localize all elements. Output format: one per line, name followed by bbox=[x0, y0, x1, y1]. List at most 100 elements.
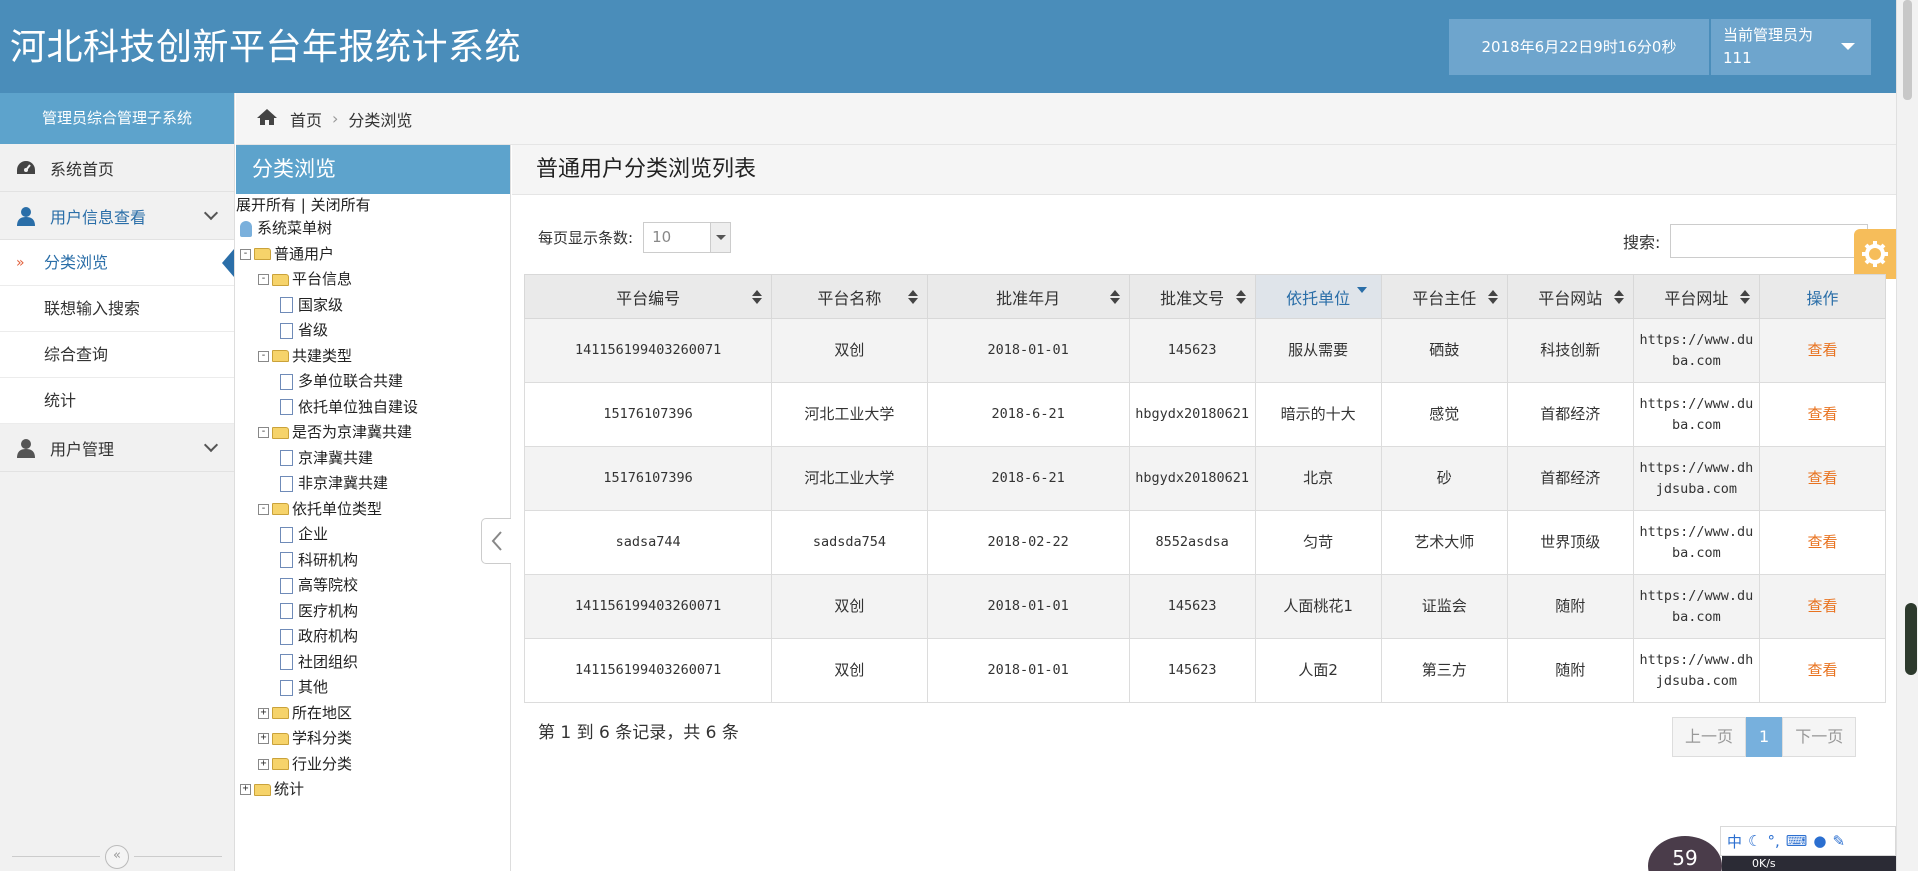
tree-node[interactable]: 高等院校 bbox=[236, 573, 510, 599]
tree-node-label[interactable]: 依托单位独自建设 bbox=[298, 395, 418, 421]
tree-node-label[interactable]: 医疗机构 bbox=[298, 599, 358, 625]
column-header-approval-date[interactable]: 批准年月 bbox=[926, 274, 1130, 319]
sidebar-item-user-management[interactable]: 用户管理 bbox=[0, 424, 234, 472]
view-link[interactable]: 查看 bbox=[1758, 446, 1887, 511]
collapse-node-icon[interactable]: - bbox=[258, 350, 269, 362]
collapse-node-icon[interactable]: - bbox=[258, 427, 269, 439]
punctuation-icon[interactable]: °, bbox=[1767, 832, 1779, 850]
settings-gear-button[interactable] bbox=[1854, 229, 1896, 279]
tree-node[interactable]: 企业 bbox=[236, 522, 510, 548]
user-icon[interactable]: ● bbox=[1813, 832, 1826, 850]
expand-node-icon[interactable]: + bbox=[258, 758, 269, 770]
search-input[interactable] bbox=[1670, 224, 1869, 258]
prev-page-button[interactable]: 上一页 bbox=[1672, 717, 1747, 757]
view-link[interactable]: 查看 bbox=[1758, 574, 1887, 639]
column-header-website[interactable]: 平台网站 bbox=[1506, 274, 1634, 319]
tree-node[interactable]: 科研机构 bbox=[236, 548, 510, 574]
tree-node[interactable]: - 平台信息 bbox=[236, 267, 510, 293]
ime-mode-indicator[interactable]: 中 bbox=[1727, 831, 1742, 852]
column-header-platform-name[interactable]: 平台名称 bbox=[771, 274, 928, 319]
tree-node-label[interactable]: 统计 bbox=[274, 777, 304, 803]
sidebar-collapse-button[interactable]: « bbox=[105, 845, 129, 869]
moon-icon[interactable]: ☾ bbox=[1748, 832, 1761, 850]
tree-node-label[interactable]: 科研机构 bbox=[298, 548, 358, 574]
view-link[interactable]: 查看 bbox=[1758, 382, 1887, 447]
sidebar-subitem-category-browse[interactable]: » 分类浏览 bbox=[0, 240, 234, 286]
tree-node[interactable]: - 共建类型 bbox=[236, 344, 510, 370]
collapse-node-icon[interactable]: - bbox=[258, 503, 269, 515]
wrench-icon[interactable]: ✎ bbox=[1833, 832, 1846, 850]
tree-node-label[interactable]: 共建类型 bbox=[292, 344, 352, 370]
tree-node-label[interactable]: 京津冀共建 bbox=[298, 446, 373, 472]
column-header-approval-number[interactable]: 批准文号 bbox=[1128, 274, 1256, 319]
tree-node[interactable]: 国家级 bbox=[236, 293, 510, 319]
tree-node[interactable]: - 是否为京津冀共建 bbox=[236, 420, 510, 446]
tree-node[interactable]: 依托单位独自建设 bbox=[236, 395, 510, 421]
column-header-platform-id[interactable]: 平台编号 bbox=[523, 274, 773, 319]
sidebar-subitem-combined-query[interactable]: 综合查询 bbox=[0, 332, 234, 378]
tree-node[interactable]: + 行业分类 bbox=[236, 752, 510, 778]
column-header-director[interactable]: 平台主任 bbox=[1380, 274, 1508, 319]
tree-node[interactable]: 京津冀共建 bbox=[236, 446, 510, 472]
expand-node-icon[interactable]: + bbox=[240, 784, 251, 796]
tree-node[interactable]: 政府机构 bbox=[236, 624, 510, 650]
column-header-url[interactable]: 平台网址 bbox=[1632, 274, 1760, 319]
ime-toolbar[interactable]: 中 ☾ °, ⌨ ● ✎ bbox=[1720, 826, 1896, 856]
page-1-button[interactable]: 1 bbox=[1746, 717, 1783, 757]
collapse-all-link[interactable]: 关闭所有 bbox=[311, 196, 371, 214]
tree-node-label[interactable]: 行业分类 bbox=[292, 752, 352, 778]
tree-node[interactable]: 医疗机构 bbox=[236, 599, 510, 625]
page-size-select[interactable]: 10 bbox=[643, 222, 732, 253]
tree-node-label[interactable]: 平台信息 bbox=[292, 267, 352, 293]
tree-node-label[interactable]: 社团组织 bbox=[298, 650, 358, 676]
table-cell: 第三方 bbox=[1380, 638, 1508, 703]
next-page-button[interactable]: 下一页 bbox=[1782, 717, 1857, 757]
tree-node[interactable]: + 统计 bbox=[236, 777, 510, 803]
collapse-node-icon[interactable]: - bbox=[240, 248, 251, 260]
tree-node[interactable]: + 所在地区 bbox=[236, 701, 510, 727]
view-link[interactable]: 查看 bbox=[1758, 638, 1887, 703]
tree-node-label[interactable]: 所在地区 bbox=[292, 701, 352, 727]
tree-node-label[interactable]: 普通用户 bbox=[274, 242, 334, 268]
expand-node-icon[interactable]: + bbox=[258, 733, 269, 745]
sidebar-item-home[interactable]: 系统首页 bbox=[0, 144, 234, 192]
expand-all-link[interactable]: 展开所有 bbox=[236, 196, 296, 214]
view-link[interactable]: 查看 bbox=[1758, 510, 1887, 575]
tree-node-label[interactable]: 非京津冀共建 bbox=[298, 471, 388, 497]
keyboard-icon[interactable]: ⌨ bbox=[1786, 832, 1808, 850]
sidebar-subitem-suggest-search[interactable]: 联想输入搜索 bbox=[0, 286, 234, 332]
tree-node-label[interactable]: 多单位联合共建 bbox=[298, 369, 403, 395]
tree-node[interactable]: 系统菜单树 bbox=[236, 216, 510, 242]
view-link[interactable]: 查看 bbox=[1758, 318, 1887, 383]
tree-node[interactable]: + 学科分类 bbox=[236, 726, 510, 752]
tree-node[interactable]: 社团组织 bbox=[236, 650, 510, 676]
home-icon[interactable] bbox=[256, 108, 278, 130]
tree-node-label[interactable]: 系统菜单树 bbox=[257, 216, 332, 242]
tree-node-label[interactable]: 政府机构 bbox=[298, 624, 358, 650]
tree-node[interactable]: - 普通用户 bbox=[236, 242, 510, 268]
tree-collapse-button[interactable] bbox=[481, 518, 511, 564]
admin-menu-button[interactable]: 当前管理员为 111 bbox=[1711, 19, 1871, 75]
tree-node-label[interactable]: 企业 bbox=[298, 522, 328, 548]
expand-node-icon[interactable]: + bbox=[258, 707, 269, 719]
tree-node[interactable]: 多单位联合共建 bbox=[236, 369, 510, 395]
scrollbar-thumb[interactable] bbox=[1903, 0, 1912, 100]
sidebar-item-user-info[interactable]: 用户信息查看 bbox=[0, 192, 234, 240]
tree-node-label[interactable]: 是否为京津冀共建 bbox=[292, 420, 412, 446]
tree-node-label[interactable]: 国家级 bbox=[298, 293, 343, 319]
tree-node[interactable]: 非京津冀共建 bbox=[236, 471, 510, 497]
tree-node-label[interactable]: 依托单位类型 bbox=[292, 497, 382, 523]
collapse-node-icon[interactable]: - bbox=[258, 274, 269, 286]
tree-node-label[interactable]: 高等院校 bbox=[298, 573, 358, 599]
document-icon bbox=[280, 654, 293, 671]
tree-node[interactable]: 省级 bbox=[236, 318, 510, 344]
tree-node[interactable]: - 依托单位类型 bbox=[236, 497, 510, 523]
tree-node-label[interactable]: 省级 bbox=[298, 318, 328, 344]
tree-node-label[interactable]: 其他 bbox=[298, 675, 328, 701]
page-scrollbar[interactable] bbox=[1896, 0, 1918, 871]
breadcrumb-home-link[interactable]: 首页 bbox=[290, 107, 322, 131]
sidebar-subitem-statistics[interactable]: 统计 bbox=[0, 378, 234, 424]
column-header-host-unit[interactable]: 依托单位 bbox=[1254, 274, 1382, 319]
tree-node[interactable]: 其他 bbox=[236, 675, 510, 701]
tree-node-label[interactable]: 学科分类 bbox=[292, 726, 352, 752]
